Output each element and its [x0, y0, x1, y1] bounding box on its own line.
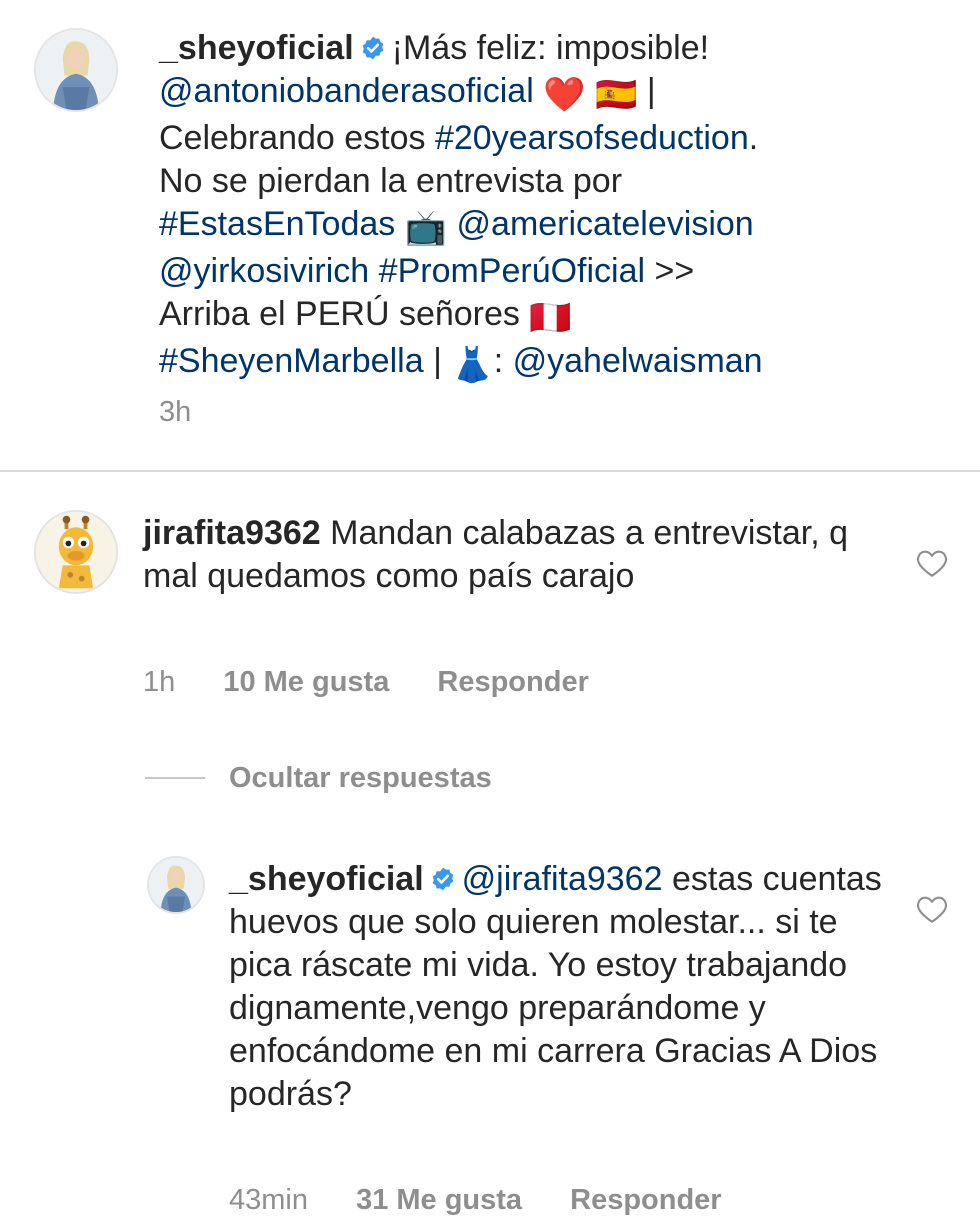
reply-item: _sheyoficial @jirafita9362 estas cuentas … — [0, 840, 980, 1227]
hide-replies-button[interactable]: Ocultar respuestas — [229, 760, 492, 796]
comment-item: jirafita9362 Mandan calabazas a entrevis… — [0, 472, 980, 732]
dress-emoji-icon: 👗 — [451, 346, 494, 384]
comment-reply-button[interactable]: Responder — [437, 666, 588, 698]
caption-intro: ¡Más feliz: imposible! — [391, 29, 710, 67]
caption-colon: : — [493, 342, 504, 380]
hide-replies-line — [145, 777, 205, 779]
post-author-avatar[interactable] — [34, 28, 118, 112]
hashtag-promperu[interactable]: #PromPerúOficial — [379, 252, 645, 290]
reply-time: 43min — [229, 1184, 308, 1216]
post-caption-text: _sheyoficial ¡Más feliz: imposible! @anto… — [159, 27, 959, 387]
post-caption: _sheyoficial ¡Más feliz: imposible! @anto… — [0, 0, 980, 470]
verified-badge-icon — [360, 35, 386, 61]
caption-celebrando: Celebrando estos — [159, 119, 426, 157]
mention-america[interactable]: @americatelevision — [457, 205, 754, 243]
reply-meta: 43min 31 Me gusta Responder — [229, 1182, 762, 1218]
post-username[interactable]: _sheyoficial — [159, 29, 354, 67]
mention-yirko[interactable]: @yirkosivirich — [159, 252, 369, 290]
mention-yahel[interactable]: @yahelwaisman — [513, 342, 763, 380]
caption-pipe: | — [646, 72, 656, 110]
reply-verified-badge-icon — [430, 866, 456, 892]
post-timestamp: 3h — [159, 396, 192, 428]
spain-flag-icon: 🇪🇸 — [595, 76, 638, 114]
comment-text: jirafita9362 Mandan calabazas a entrevis… — [143, 512, 883, 598]
reply-author-avatar[interactable] — [147, 856, 205, 914]
commenter-avatar[interactable] — [34, 510, 118, 594]
comment-meta: 1h 10 Me gusta Responder — [143, 664, 629, 700]
reply-likes-count[interactable]: 31 Me gusta — [356, 1184, 522, 1216]
caption-arriba: Arriba el PERÚ señores — [159, 295, 520, 333]
comment-username[interactable]: jirafita9362 — [143, 514, 321, 552]
hashtag-20years[interactable]: #20yearsofseduction — [435, 119, 749, 157]
reply-reply-button[interactable]: Responder — [570, 1184, 721, 1216]
comment-likes-count[interactable]: 10 Me gusta — [223, 666, 389, 698]
comment-time: 1h — [143, 666, 176, 698]
heart-emoji-icon: ❤️ — [543, 76, 586, 114]
peru-flag-icon: 🇵🇪 — [529, 299, 572, 337]
tv-emoji-icon: 📺 — [404, 209, 448, 247]
caption-pipe2: | — [433, 342, 442, 380]
hashtag-marbella[interactable]: #SheyenMarbella — [159, 342, 424, 380]
caption-arrows: >> — [654, 252, 695, 290]
caption-period: . — [748, 119, 759, 157]
comment-like-heart-icon[interactable] — [916, 548, 948, 578]
caption-no-se: No se pierdan la entrevista por — [159, 162, 623, 200]
hashtag-estasentodas[interactable]: #EstasEnTodas — [159, 205, 395, 243]
reply-like-heart-icon[interactable] — [916, 894, 948, 924]
reply-mention[interactable]: @jirafita9362 — [462, 860, 663, 898]
mention-banderas[interactable]: @antoniobanderasoficial — [159, 72, 534, 110]
reply-text: _sheyoficial @jirafita9362 estas cuentas … — [229, 858, 889, 1116]
reply-username[interactable]: _sheyoficial — [229, 860, 424, 898]
